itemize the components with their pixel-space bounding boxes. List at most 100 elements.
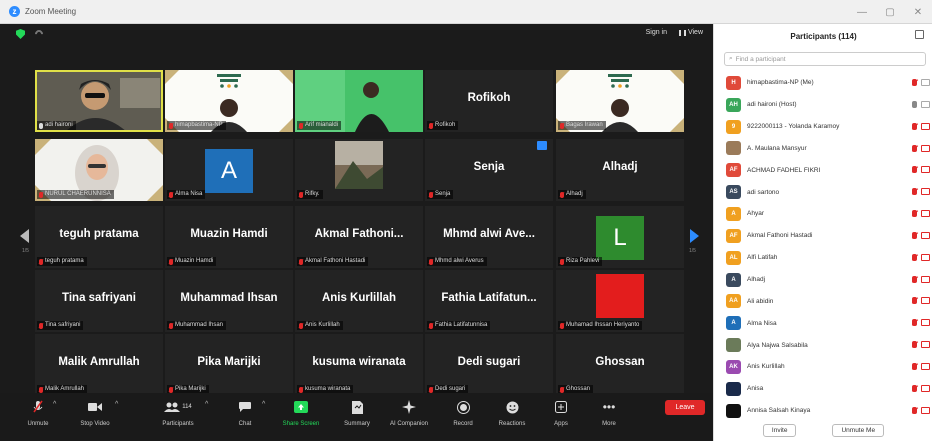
chat-options-chevron-icon[interactable]: ^ — [262, 401, 265, 408]
participant-row[interactable]: Hhimapbastima-NP (Me) — [714, 72, 932, 94]
video-tile[interactable]: Malik Amrullah Malik Amrullah — [35, 334, 163, 396]
video-tile[interactable]: Anis Kurlillah Anis Kurlillah — [295, 270, 423, 332]
share-screen-button[interactable]: Share Screen — [278, 393, 324, 441]
tile-display-name: Fathia Latifatun... — [441, 292, 537, 304]
connection-signal-icon[interactable] — [33, 28, 45, 40]
video-tile[interactable]: Alhadj Alhadj — [556, 139, 684, 201]
participants-button[interactable]: 114 Participants — [155, 393, 201, 441]
avatar: AF — [726, 228, 741, 243]
tile-label-text: Muhammad Ihsan — [175, 322, 224, 328]
video-tile[interactable]: Tina safriyani Tina safriyani — [35, 270, 163, 332]
unmute-me-button[interactable]: Unmute Me — [832, 424, 885, 437]
participant-row[interactable]: AK Anis Kurlillah — [714, 356, 932, 378]
tile-label-text: Akmal Fathoni Hastadi — [305, 258, 366, 264]
participant-row[interactable]: AH adi haironi (Host) — [714, 94, 932, 116]
more-button[interactable]: ••• More — [596, 393, 622, 441]
participant-row[interactable]: AA Ali abidin — [714, 290, 932, 312]
participant-row[interactable]: A Alhadj — [714, 269, 932, 291]
tile-display-name: Mhmd alwi Ave... — [443, 228, 535, 240]
video-tile[interactable]: Rofikoh Rofikoh — [425, 70, 553, 132]
video-tile[interactable]: Muazin Hamdi Muazin Hamdi — [165, 206, 293, 268]
pop-out-icon[interactable] — [915, 30, 924, 39]
video-tile[interactable]: Fathia Latifatun... Fathia Latifatunnisa — [425, 270, 553, 332]
video-tile[interactable]: NURUL CHAERUNNISA — [35, 139, 163, 201]
muted-mic-icon — [299, 258, 303, 265]
audio-options-chevron-icon[interactable]: ^ — [53, 401, 56, 408]
video-tile[interactable]: Akmal Fathoni... Akmal Fathoni Hastadi — [295, 206, 423, 268]
participant-row[interactable]: A Ahyar — [714, 203, 932, 225]
participant-search-input[interactable]: ⌕ Find a participant — [724, 52, 926, 66]
unmute-label: Unmute — [27, 421, 49, 427]
tile-name-label: Arif mianaldi — [297, 121, 342, 130]
participant-row[interactable]: A. Maulana Mansyur — [714, 138, 932, 160]
previous-page-arrow-icon[interactable] — [20, 229, 29, 243]
participants-panel-title: Participants (114) — [790, 31, 857, 41]
video-tile[interactable]: Senja Senja — [425, 139, 553, 201]
unmute-button[interactable]: Unmute — [20, 393, 56, 441]
participant-row[interactable]: AF Akmal Fathoni Hastadi — [714, 225, 932, 247]
summary-button[interactable]: Summary — [338, 393, 376, 441]
more-dots-icon: ••• — [602, 400, 616, 414]
participants-label: Participants — [162, 421, 194, 427]
participant-row[interactable]: Anisa — [714, 378, 932, 400]
video-tile[interactable]: Arif mianaldi — [295, 70, 423, 132]
video-tile[interactable]: Mhmd alwi Ave... Mhmd alwi Averus — [425, 206, 553, 268]
muted-mic-icon — [912, 406, 917, 414]
minimize-icon[interactable]: — — [848, 0, 876, 24]
avatar — [726, 381, 741, 396]
video-tile[interactable]: L Riza Pahlevi — [556, 206, 684, 268]
video-tile[interactable]: Bagas Irawan — [556, 70, 684, 132]
view-button[interactable]: View — [678, 29, 703, 36]
participants-panel: Participants (114) ⌕ Find a participant … — [713, 24, 932, 441]
view-label: View — [687, 29, 703, 36]
participant-row[interactable]: AS adi sartono — [714, 181, 932, 203]
video-tile[interactable]: A Alma Nisa — [165, 139, 293, 201]
tile-name-label: Mhmd alwi Averus — [427, 257, 487, 266]
share-screen-label: Share Screen — [282, 421, 320, 427]
maximize-icon[interactable]: ▢ — [876, 0, 904, 24]
record-icon — [456, 399, 470, 415]
participants-count: 114 — [182, 404, 192, 410]
video-tile[interactable]: Pika Marijki Pika Marijki — [165, 334, 293, 396]
video-tile[interactable]: teguh pratama teguh pratama — [35, 206, 163, 268]
avatar: AH — [726, 97, 741, 112]
video-tile[interactable]: kusuma wiranata kusuma wiranata — [295, 334, 423, 396]
video-tile[interactable]: Muhamad Ihssan Heriyanto — [556, 270, 684, 332]
participant-row[interactable]: 9 9222000113 - Yolanda Karamoy — [714, 116, 932, 138]
ai-companion-button[interactable]: AI Companion — [385, 393, 433, 441]
video-tile[interactable]: Ghossan Ghossan — [556, 334, 684, 396]
video-tile[interactable]: Dedi sugari Dedi sugari — [425, 334, 553, 396]
participant-name: Ali abidin — [747, 297, 774, 305]
participant-row[interactable]: Annisa Salsah Kinaya — [714, 400, 932, 422]
chat-button[interactable]: Chat — [230, 393, 260, 441]
spotlight-badge-icon[interactable] — [537, 141, 547, 150]
muted-mic-icon — [912, 362, 917, 370]
participant-row[interactable]: Alya Najwa Salsabila — [714, 334, 932, 356]
tile-display-name: Rofikoh — [467, 92, 511, 104]
close-icon[interactable]: ✕ — [904, 0, 932, 24]
muted-mic-icon — [560, 191, 564, 198]
stop-video-button[interactable]: Stop Video — [72, 393, 118, 441]
video-tile[interactable]: adi haironi — [35, 70, 163, 132]
security-shield-icon[interactable] — [16, 29, 25, 39]
record-button[interactable]: Record — [448, 393, 478, 441]
video-tile[interactable]: Muhammad Ihsan Muhammad Ihsan — [165, 270, 293, 332]
sign-in-button[interactable]: Sign in — [646, 29, 667, 36]
participants-options-chevron-icon[interactable]: ^ — [205, 401, 208, 408]
tile-display-name: kusuma wiranata — [312, 356, 406, 368]
muted-mic-icon — [39, 386, 43, 393]
avatar: A — [726, 272, 741, 287]
video-options-chevron-icon[interactable]: ^ — [115, 401, 118, 408]
video-tile[interactable]: himapbastima-NP — [165, 70, 293, 132]
participant-row[interactable]: A Alma Nisa — [714, 312, 932, 334]
muted-mic-icon — [912, 188, 917, 196]
invite-button[interactable]: Invite — [762, 424, 797, 437]
participant-name: Alfi Latifah — [747, 254, 778, 262]
video-tile[interactable]: Rifky. — [295, 139, 423, 201]
apps-button[interactable]: Apps — [548, 393, 574, 441]
reactions-button[interactable]: Reactions — [494, 393, 530, 441]
participant-row[interactable]: AF ACHMAD FADHEL FIKRI — [714, 159, 932, 181]
next-page-arrow-icon[interactable] — [690, 229, 699, 243]
leave-button[interactable]: Leave — [665, 400, 705, 415]
participant-row[interactable]: AL Alfi Latifah — [714, 247, 932, 269]
